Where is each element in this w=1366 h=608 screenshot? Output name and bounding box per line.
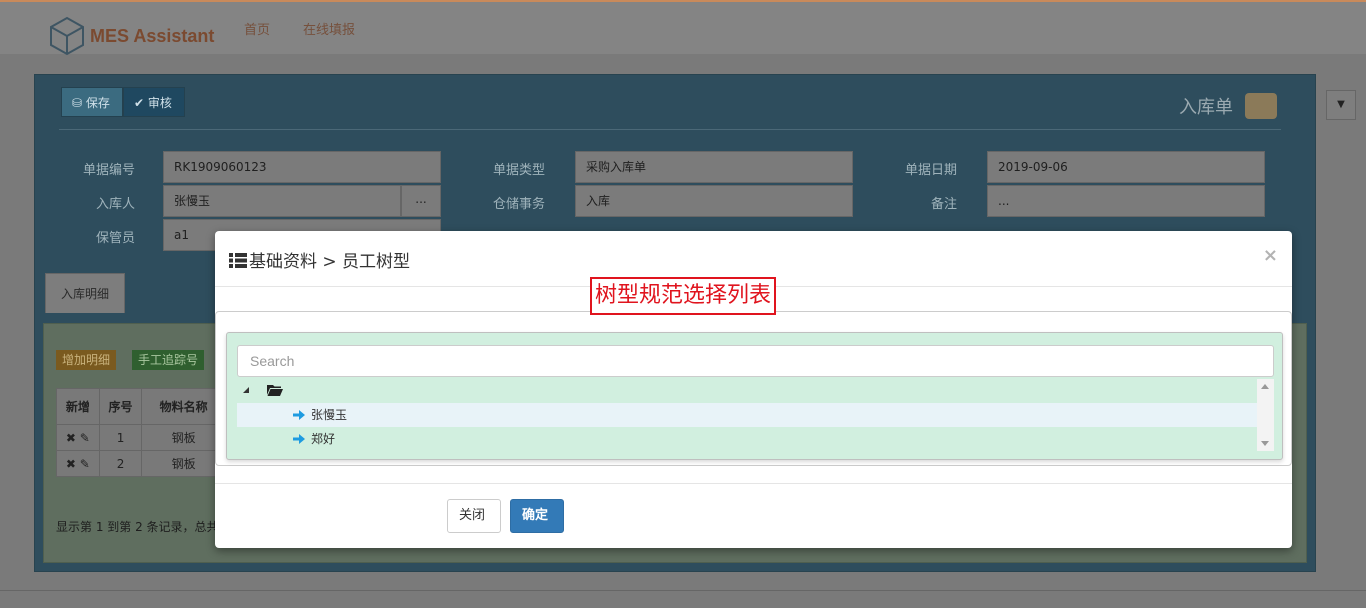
tree-node-root[interactable] [237, 379, 1257, 403]
storage-label: 仓储事务 [492, 197, 545, 212]
close-button[interactable]: 关闭 [447, 499, 501, 533]
receiver-lookup-button[interactable]: ... [401, 185, 441, 217]
brand-name[interactable]: MES Assistant [90, 26, 214, 47]
row-seq: 1 [98, 424, 143, 451]
storage-field[interactable]: 入库 [575, 185, 853, 217]
row-seq: 2 [98, 450, 143, 477]
collapse-triangle-icon[interactable] [243, 387, 249, 393]
doc-type-select[interactable]: 采购入库单 [575, 151, 853, 183]
doc-no-label: 单据编号 [82, 163, 135, 178]
nav-home-link[interactable]: 首页 [244, 19, 270, 38]
col-add[interactable]: 新增 [56, 388, 100, 425]
scroll-down-icon[interactable] [1261, 441, 1269, 446]
tree-node-employee[interactable]: 郑好 [237, 427, 1257, 451]
wallet-icon [1245, 93, 1277, 119]
add-detail-button[interactable]: 增加明细 [56, 350, 117, 370]
confirm-button[interactable]: 确定 [510, 499, 564, 533]
annotation-label: 树型规范选择列表 [590, 277, 777, 315]
remark-field[interactable]: ... [987, 185, 1265, 217]
doc-date-field[interactable]: 2019-09-06 [987, 151, 1265, 183]
modal-footer: 关闭 确定 [215, 483, 1292, 548]
modal-title: 基础资料 > 员工树型 [229, 247, 410, 272]
scroll-up-icon[interactable] [1261, 384, 1269, 389]
keeper-label: 保管员 [95, 231, 135, 246]
doc-type-label: 单据类型 [492, 163, 545, 178]
tree-scrollbar[interactable] [1257, 379, 1274, 451]
remark-label: 备注 [930, 197, 957, 212]
doc-no-field[interactable]: RK1909060123 [163, 151, 441, 183]
table-row: ✖ ✎ 1 钢板 [56, 424, 226, 451]
tab-inbound-detail[interactable]: 入库明细 [45, 273, 125, 313]
nav-online-fill-link[interactable]: 在线填报 [303, 19, 355, 38]
pagination-summary: 显示第 1 到第 2 条记录，总共 [56, 520, 219, 534]
arrow-right-icon [293, 410, 305, 420]
doc-date-label: 单据日期 [904, 163, 957, 178]
modal-body: 张慢玉 郑好 [215, 311, 1292, 466]
divider [59, 129, 1281, 130]
top-navbar: MES Assistant 首页 在线填报 [0, 0, 1366, 56]
save-button[interactable]: ⛁ 保存 [61, 87, 123, 117]
row-actions[interactable]: ✖ ✎ [56, 450, 100, 477]
employee-tree: 张慢玉 郑好 [237, 379, 1274, 451]
folder-open-icon [267, 385, 283, 396]
row-material: 钢板 [141, 424, 226, 451]
modal-title-text: 基础资料 > 员工树型 [249, 252, 411, 272]
row-material: 钢板 [141, 450, 226, 477]
arrow-right-icon [293, 434, 305, 444]
cube-logo-icon [50, 16, 84, 56]
save-label: 保存 [85, 96, 110, 110]
receiver-label: 入库人 [95, 197, 135, 212]
document-title: 入库单 [1179, 97, 1233, 118]
tree-panel: 张慢玉 郑好 [226, 332, 1283, 460]
row-actions[interactable]: ✖ ✎ [56, 424, 100, 451]
col-material: 物料名称 [141, 388, 226, 425]
tree-node-label: 郑好 [311, 432, 336, 446]
chevron-down-icon[interactable]: ▼ [1326, 90, 1356, 120]
tree-node-employee[interactable]: 张慢玉 [237, 403, 1257, 427]
tree-node-label: 张慢玉 [311, 408, 348, 422]
close-icon[interactable]: × [1263, 245, 1278, 266]
audit-label: 审核 [147, 96, 172, 110]
detail-table: 新增 序号 物料名称 ✖ ✎ 1 钢板 ✖ ✎ 2 钢板 [56, 388, 226, 477]
bottom-bar [0, 590, 1366, 608]
receiver-field[interactable]: 张慢玉 [163, 185, 401, 217]
search-input[interactable] [237, 345, 1274, 377]
employee-tree-modal: 基础资料 > 员工树型 × 张慢玉 [215, 231, 1292, 548]
list-icon [229, 253, 247, 268]
table-row: ✖ ✎ 2 钢板 [56, 450, 226, 477]
col-seq: 序号 [98, 388, 143, 425]
audit-button[interactable]: ✔ 审核 [123, 87, 185, 117]
manual-track-button[interactable]: 手工追踪号 [132, 350, 205, 370]
